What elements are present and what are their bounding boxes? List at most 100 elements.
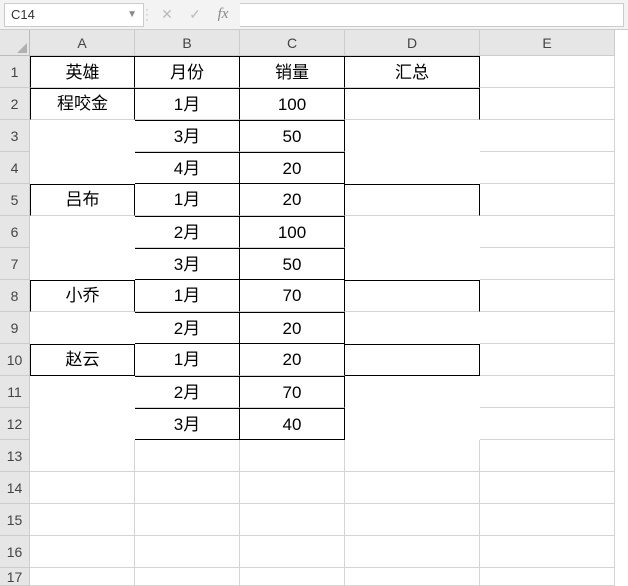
cell-C5[interactable]: 20 (240, 184, 345, 216)
spreadsheet-grid[interactable]: A B C D E 1 英雄 月份 销量 汇总 2 程咬金 1月 100 3 3… (0, 30, 628, 586)
cell-B10[interactable]: 1月 (135, 344, 240, 376)
cell-C7[interactable]: 50 (240, 248, 345, 280)
cell-D17[interactable] (345, 568, 480, 586)
row-header[interactable]: 4 (0, 152, 30, 184)
cell-D14[interactable] (345, 472, 480, 504)
row-header[interactable]: 11 (0, 376, 30, 408)
cell-A8-merged[interactable]: 小乔 (30, 280, 135, 312)
cell-E4[interactable] (480, 152, 615, 184)
row-header[interactable]: 6 (0, 216, 30, 248)
cell-E6[interactable] (480, 216, 615, 248)
cell-D1[interactable]: 汇总 (345, 56, 480, 88)
cell-A2-merged[interactable]: 程咬金 (30, 88, 135, 120)
row-header[interactable]: 3 (0, 120, 30, 152)
col-header-A[interactable]: A (30, 30, 135, 56)
cell-A16[interactable] (30, 536, 135, 568)
cell-E3[interactable] (480, 120, 615, 152)
row-header[interactable]: 17 (0, 568, 30, 586)
cell-E7[interactable] (480, 248, 615, 280)
cell-E13[interactable] (480, 440, 615, 472)
cell-C11[interactable]: 70 (240, 376, 345, 408)
row-header[interactable]: 5 (0, 184, 30, 216)
row-header[interactable]: 15 (0, 504, 30, 536)
cell-D2-merged[interactable] (345, 88, 480, 120)
cell-C12[interactable]: 40 (240, 408, 345, 440)
cell-E8[interactable] (480, 280, 615, 312)
cell-B15[interactable] (135, 504, 240, 536)
col-header-D[interactable]: D (345, 30, 480, 56)
cell-A5-merged[interactable]: 吕布 (30, 184, 135, 216)
cell-A17[interactable] (30, 568, 135, 586)
cell-B4[interactable]: 4月 (135, 152, 240, 184)
cell-D5-merged[interactable] (345, 184, 480, 216)
select-all-corner[interactable] (0, 30, 30, 56)
row-header[interactable]: 10 (0, 344, 30, 376)
cell-C2[interactable]: 100 (240, 88, 345, 120)
cell-B7[interactable]: 3月 (135, 248, 240, 280)
formula-input[interactable] (240, 3, 624, 27)
cell-E11[interactable] (480, 376, 615, 408)
cell-C1[interactable]: 销量 (240, 56, 345, 88)
cell-D10-merged[interactable] (345, 344, 480, 376)
cell-E5[interactable] (480, 184, 615, 216)
cell-B1[interactable]: 月份 (135, 56, 240, 88)
cell-C6[interactable]: 100 (240, 216, 345, 248)
cell-B13[interactable] (135, 440, 240, 472)
col-header-C[interactable]: C (240, 30, 345, 56)
cell-B9[interactable]: 2月 (135, 312, 240, 344)
cell-C4[interactable]: 20 (240, 152, 345, 184)
cell-B8[interactable]: 1月 (135, 280, 240, 312)
cancel-icon[interactable]: ✕ (158, 6, 176, 24)
row-header[interactable]: 7 (0, 248, 30, 280)
cell-C3[interactable]: 50 (240, 120, 345, 152)
col-header-B[interactable]: B (135, 30, 240, 56)
row-header[interactable]: 8 (0, 280, 30, 312)
confirm-icon[interactable]: ✓ (186, 6, 204, 24)
row-header[interactable]: 2 (0, 88, 30, 120)
cell-E16[interactable] (480, 536, 615, 568)
cell-C8[interactable]: 70 (240, 280, 345, 312)
row-header[interactable]: 9 (0, 312, 30, 344)
cell-B11[interactable]: 2月 (135, 376, 240, 408)
row-header[interactable]: 16 (0, 536, 30, 568)
cell-B6[interactable]: 2月 (135, 216, 240, 248)
cell-E1[interactable] (480, 56, 615, 88)
cell-C9[interactable]: 20 (240, 312, 345, 344)
cell-A15[interactable] (30, 504, 135, 536)
cell-B5[interactable]: 1月 (135, 184, 240, 216)
cell-C13[interactable] (240, 440, 345, 472)
cell-A13[interactable] (30, 440, 135, 472)
row-header[interactable]: 14 (0, 472, 30, 504)
cell-B2[interactable]: 1月 (135, 88, 240, 120)
cell-A10-merged[interactable]: 赵云 (30, 344, 135, 376)
row-header[interactable]: 13 (0, 440, 30, 472)
cell-D13[interactable] (345, 440, 480, 472)
cell-D16[interactable] (345, 536, 480, 568)
cell-E14[interactable] (480, 472, 615, 504)
cell-B3[interactable]: 3月 (135, 120, 240, 152)
cell-E17[interactable] (480, 568, 615, 586)
name-box[interactable]: C14 ▼ (4, 3, 144, 27)
chevron-down-icon[interactable]: ▼ (127, 9, 137, 20)
cell-C14[interactable] (240, 472, 345, 504)
row-header[interactable]: 12 (0, 408, 30, 440)
cell-E10[interactable] (480, 344, 615, 376)
cell-C10[interactable]: 20 (240, 344, 345, 376)
cell-B17[interactable] (135, 568, 240, 586)
cell-A14[interactable] (30, 472, 135, 504)
col-header-E[interactable]: E (480, 30, 615, 56)
cell-B16[interactable] (135, 536, 240, 568)
cell-D8-merged[interactable] (345, 280, 480, 312)
cell-E12[interactable] (480, 408, 615, 440)
cell-C16[interactable] (240, 536, 345, 568)
cell-C17[interactable] (240, 568, 345, 586)
cell-E2[interactable] (480, 88, 615, 120)
cell-D15[interactable] (345, 504, 480, 536)
row-header[interactable]: 1 (0, 56, 30, 88)
cell-B12[interactable]: 3月 (135, 408, 240, 440)
cell-C15[interactable] (240, 504, 345, 536)
cell-E15[interactable] (480, 504, 615, 536)
cell-A1[interactable]: 英雄 (30, 56, 135, 88)
cell-B14[interactable] (135, 472, 240, 504)
cell-E9[interactable] (480, 312, 615, 344)
